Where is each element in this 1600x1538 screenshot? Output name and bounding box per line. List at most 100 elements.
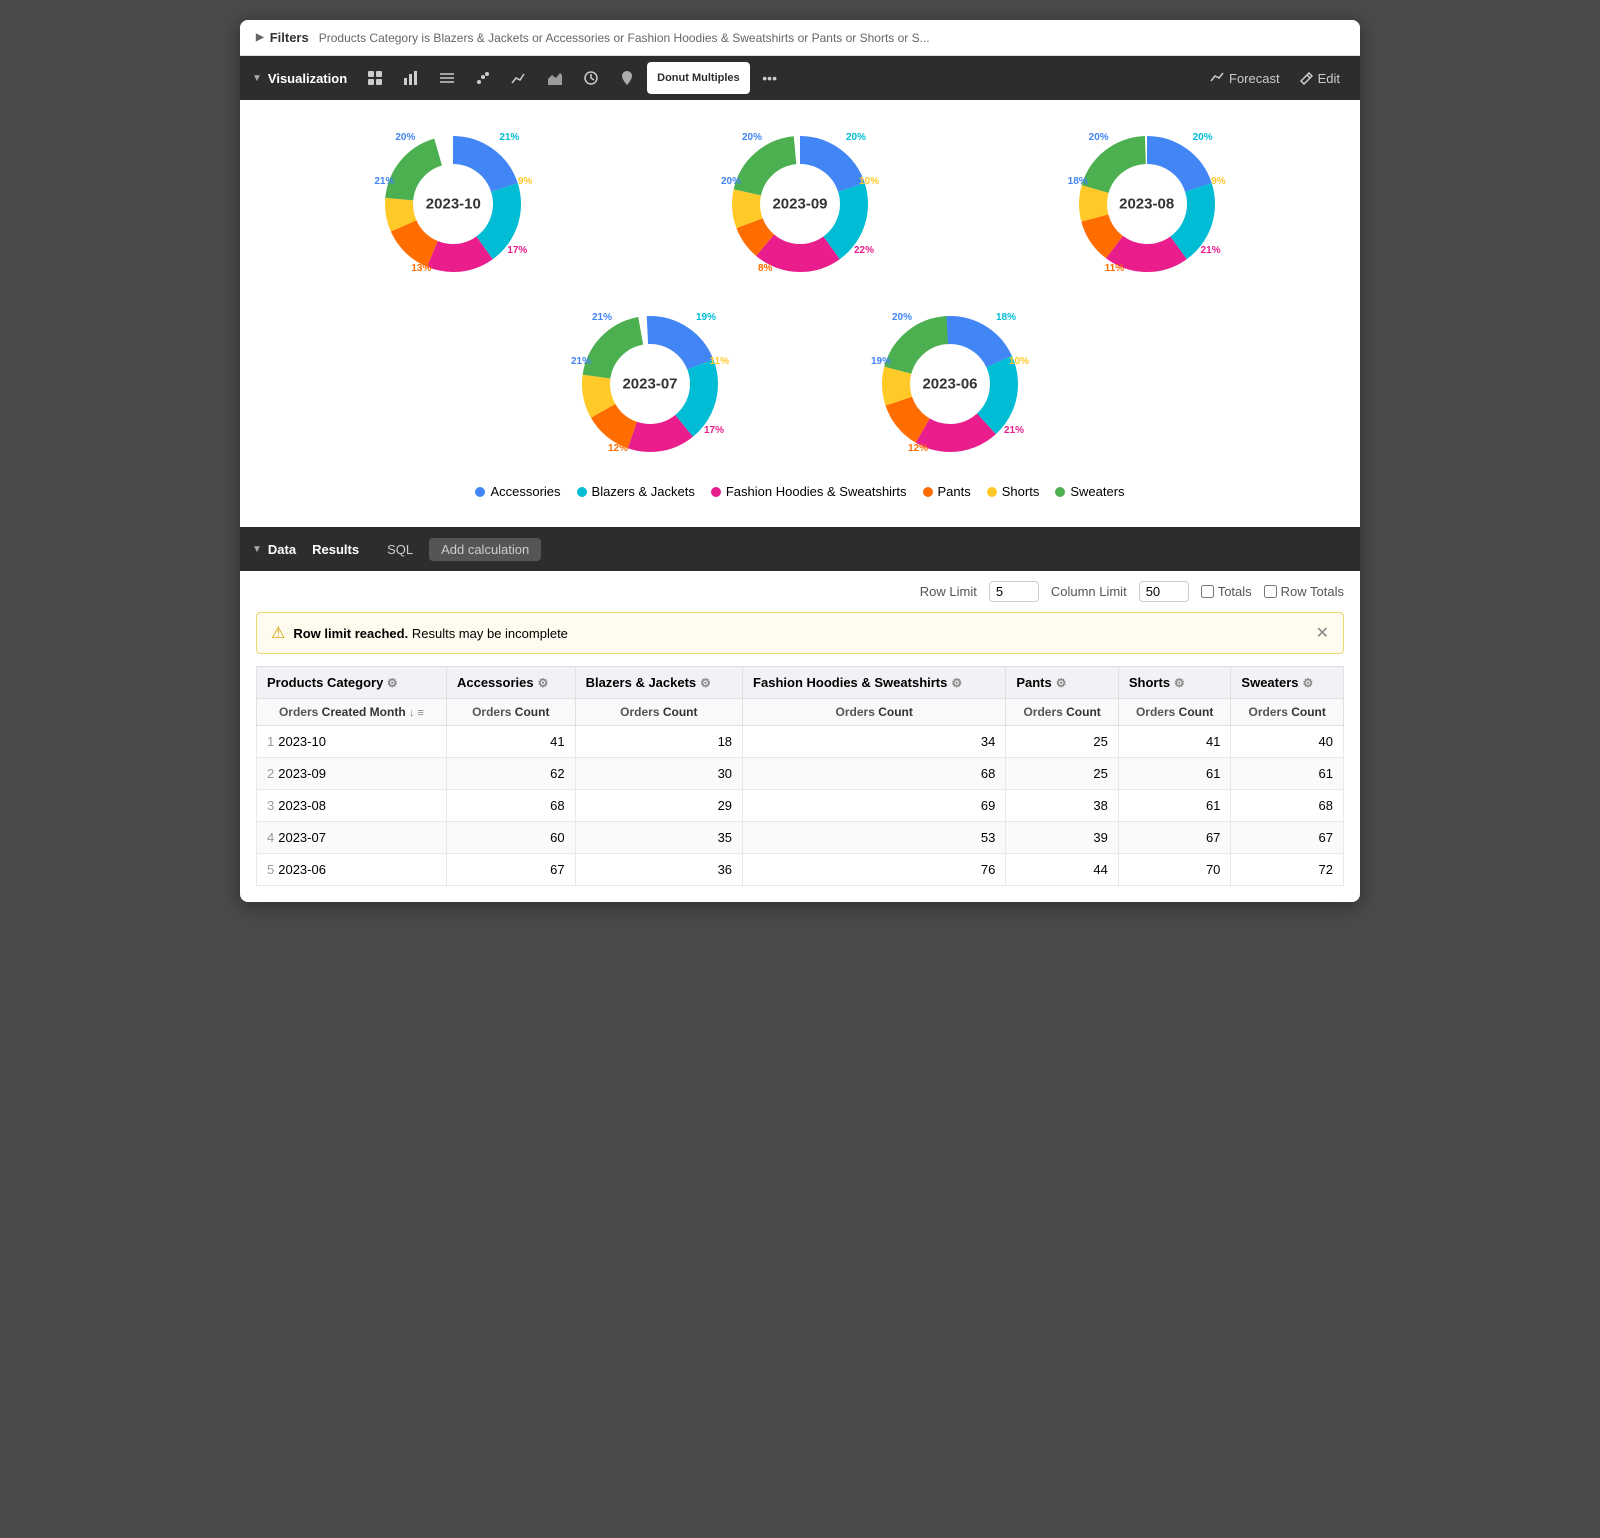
- col-header-sweaters: Sweaters ⚙: [1231, 667, 1344, 699]
- data-toggle-label: Data: [268, 542, 296, 557]
- donut-label-2023-07: 2023-07: [622, 376, 677, 393]
- map-icon-btn[interactable]: [611, 62, 643, 94]
- legend-item-blazers[interactable]: Blazers & Jackets: [577, 484, 695, 499]
- chart-area: 2023-10 20% 21% 9% 17% 13% 21%: [240, 100, 1360, 527]
- forecast-btn[interactable]: Forecast: [1202, 67, 1288, 90]
- row-limit-input[interactable]: [989, 581, 1039, 602]
- add-calculation-btn[interactable]: Add calculation: [429, 538, 541, 561]
- list-icon-btn[interactable]: [431, 62, 463, 94]
- pct-label: 11%: [710, 356, 729, 367]
- warning-close-btn[interactable]: ✕: [1316, 623, 1329, 643]
- shorts-gear-icon[interactable]: ⚙: [1174, 676, 1185, 690]
- clock-icon-btn[interactable]: [575, 62, 607, 94]
- legend-item-shorts[interactable]: Shorts: [987, 484, 1040, 499]
- scatter-icon-btn[interactable]: [467, 62, 499, 94]
- cell-shorts: 67: [1118, 822, 1231, 854]
- pct-label: 18%: [1068, 176, 1088, 187]
- table-container: Products Category ⚙ Accessories ⚙: [240, 666, 1360, 902]
- col-header-accessories: Accessories ⚙: [446, 667, 575, 699]
- legend-label-pants: Pants: [938, 484, 971, 499]
- legend-dot-shorts: [987, 487, 997, 497]
- cell-pants: 25: [1006, 758, 1119, 790]
- pct-label: 11%: [1105, 263, 1124, 274]
- pct-label: 20%: [395, 132, 415, 143]
- tab-sql[interactable]: SQL: [375, 538, 425, 561]
- cell-shorts: 61: [1118, 790, 1231, 822]
- legend-item-accessories[interactable]: Accessories: [475, 484, 560, 499]
- more-options-btn[interactable]: •••: [754, 62, 786, 94]
- pct-label: 19%: [871, 356, 891, 367]
- pants-gear-icon[interactable]: ⚙: [1056, 676, 1067, 690]
- table-row: 52023-06 67 36 76 44 70 72: [257, 854, 1344, 886]
- donut-2023-09: 2023-09 20% 20% 10% 22% 8% 20%: [720, 124, 880, 284]
- filters-arrow-icon: ▶: [256, 32, 264, 43]
- cell-sweaters: 68: [1231, 790, 1344, 822]
- pct-label: 20%: [742, 132, 762, 143]
- blazers-gear-icon[interactable]: ⚙: [700, 676, 711, 690]
- legend-dot-pants: [923, 487, 933, 497]
- cell-accessories: 67: [446, 854, 575, 886]
- warning-icon: ⚠: [271, 623, 285, 643]
- row-totals-label: Row Totals: [1281, 584, 1344, 599]
- area-icon-btn[interactable]: [539, 62, 571, 94]
- accessories-gear-icon[interactable]: ⚙: [538, 676, 549, 690]
- sweaters-gear-icon[interactable]: ⚙: [1303, 676, 1314, 690]
- products-category-gear-icon[interactable]: ⚙: [387, 676, 398, 690]
- sub-header-sweaters-count: Orders Count: [1231, 699, 1344, 726]
- viz-toggle[interactable]: ▼ Visualization: [252, 71, 347, 86]
- pct-label: 21%: [1004, 425, 1024, 436]
- totals-label: Totals: [1218, 584, 1252, 599]
- donut-2023-07: 2023-07 21% 19% 11% 17% 12% 21%: [570, 304, 730, 464]
- table-row: 12023-10 41 18 34 25 41 40: [257, 726, 1344, 758]
- edit-btn[interactable]: Edit: [1292, 67, 1348, 90]
- col-header-blazers: Blazers & Jackets ⚙: [575, 667, 742, 699]
- legend-dot-fashion-hoodies: [711, 487, 721, 497]
- donut-2023-06: 2023-06 20% 18% 10% 21% 12% 19%: [870, 304, 1030, 464]
- cell-date: 12023-10: [257, 726, 447, 758]
- row-totals-checkbox-label[interactable]: Row Totals: [1264, 584, 1344, 599]
- row-limit-label: Row Limit: [920, 584, 977, 599]
- line-icon-btn[interactable]: [503, 62, 535, 94]
- data-toggle[interactable]: ▼ Data: [252, 542, 296, 557]
- col-limit-input[interactable]: [1139, 581, 1189, 602]
- sub-header-acc-count: Orders Count: [446, 699, 575, 726]
- cell-date: 52023-06: [257, 854, 447, 886]
- legend-item-sweaters[interactable]: Sweaters: [1055, 484, 1124, 499]
- totals-checkbox[interactable]: [1201, 585, 1214, 598]
- row-totals-checkbox[interactable]: [1264, 585, 1277, 598]
- pct-label: 10%: [859, 176, 879, 187]
- cell-date: 22023-09: [257, 758, 447, 790]
- pct-label: 20%: [1089, 132, 1109, 143]
- donut-label-2023-09: 2023-09: [772, 196, 827, 213]
- cell-shorts: 61: [1118, 758, 1231, 790]
- cell-sweaters: 61: [1231, 758, 1344, 790]
- sort-icon-month[interactable]: ↓ ≡: [409, 707, 424, 719]
- table-row: 32023-08 68 29 69 38 61 68: [257, 790, 1344, 822]
- legend-label-blazers: Blazers & Jackets: [592, 484, 695, 499]
- warning-bold: Row limit reached.: [293, 626, 408, 641]
- legend-item-fashion-hoodies[interactable]: Fashion Hoodies & Sweatshirts: [711, 484, 907, 499]
- cell-fashion-hoodies: 34: [743, 726, 1006, 758]
- bar-chart-icon-btn[interactable]: [395, 62, 427, 94]
- pct-label: 19%: [696, 312, 716, 323]
- warning-banner: ⚠ Row limit reached. Results may be inco…: [256, 612, 1344, 654]
- legend-item-pants[interactable]: Pants: [923, 484, 971, 499]
- viz-arrow-icon: ▼: [252, 73, 262, 84]
- fashion-hoodies-gear-icon[interactable]: ⚙: [951, 676, 962, 690]
- warning-content: ⚠ Row limit reached. Results may be inco…: [271, 623, 568, 643]
- cell-blazers: 30: [575, 758, 742, 790]
- cell-blazers: 36: [575, 854, 742, 886]
- pct-label: 13%: [411, 263, 431, 274]
- donut-multiples-btn[interactable]: Donut Multiples: [647, 62, 750, 94]
- tab-results[interactable]: Results: [300, 538, 371, 561]
- filters-toggle[interactable]: ▶ Filters: [256, 30, 309, 45]
- col-shorts-label: Shorts: [1129, 675, 1170, 690]
- col-fashion-hoodies-label: Fashion Hoodies & Sweatshirts: [753, 675, 947, 690]
- cell-pants: 25: [1006, 726, 1119, 758]
- donut-multiples-label: Donut Multiples: [657, 72, 740, 84]
- col-accessories-label: Accessories: [457, 675, 534, 690]
- totals-checkbox-label[interactable]: Totals: [1201, 584, 1252, 599]
- donut-2023-08: 2023-08 20% 20% 9% 21% 11% 18%: [1067, 124, 1227, 284]
- pct-label: 9%: [1211, 176, 1225, 187]
- table-icon-btn[interactable]: [359, 62, 391, 94]
